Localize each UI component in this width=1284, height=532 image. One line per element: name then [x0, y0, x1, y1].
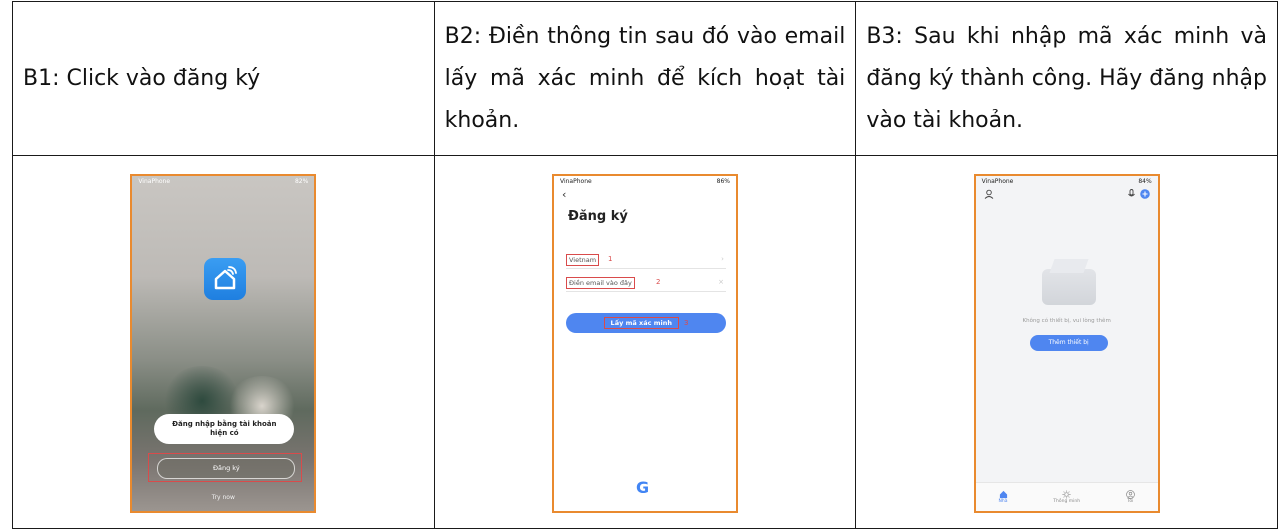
step2-screenshot-cell: VinaPhone 86% ‹ Đăng ký Vietnam 1 › Điền…: [433, 155, 857, 529]
login-existing-account-button[interactable]: Đăng nhập bằng tài khoản hiện có: [154, 413, 295, 444]
status-bar: VinaPhone 86%: [554, 176, 736, 188]
tab-smart-label: Thông minh: [1053, 498, 1081, 504]
status-bar: VinaPhone 82%: [132, 176, 314, 188]
step2-header: B2: Điền thông tin sau đó vào email lấy …: [444, 23, 846, 133]
home-icon: [999, 490, 1007, 498]
email-placeholder: Điền email vào đây: [565, 276, 635, 289]
step3-header-cell: B3: Sau khi nhập mã xác minh và đăng ký …: [855, 1, 1278, 156]
step1-phone-screenshot: VinaPhone 82% Đăng nhập bằng tài khoản h…: [130, 173, 317, 513]
step1-header-cell: B1: Click vào đăng ký: [12, 1, 435, 156]
step-marker-1: 1: [607, 254, 613, 263]
carrier-label: VinaPhone: [138, 178, 171, 185]
add-circle-icon[interactable]: [1139, 188, 1150, 199]
status-bar: VinaPhone 84%: [976, 176, 1158, 188]
tab-home-label: Nhà: [998, 498, 1008, 504]
carrier-label: VinaPhone: [559, 178, 592, 185]
instruction-table: B1: Click vào đăng ký B2: Điền thông tin…: [12, 1, 1278, 529]
step2-header-cell: B2: Điền thông tin sau đó vào email lấy …: [433, 1, 857, 156]
add-device-button[interactable]: Thêm thiết bị: [1029, 334, 1108, 351]
step2-phone-screenshot: VinaPhone 86% ‹ Đăng ký Vietnam 1 › Điền…: [551, 173, 738, 513]
battery-label: 84%: [1138, 178, 1152, 185]
tab-smart[interactable]: Thông minh: [1053, 489, 1081, 504]
email-field[interactable]: Điền email vào đây 2 ×: [565, 275, 726, 292]
get-code-label: Lấy mã xác minh: [603, 316, 679, 329]
tab-home[interactable]: Nhà: [999, 490, 1008, 504]
microphone-icon[interactable]: [1127, 188, 1136, 199]
battery-label: 82%: [294, 178, 309, 185]
sun-icon: [1062, 489, 1071, 499]
carrier-label: VinaPhone: [981, 178, 1014, 185]
country-value: Vietnam: [565, 253, 600, 266]
empty-box-illustration: [1041, 268, 1096, 305]
chevron-right-icon: ›: [721, 254, 724, 263]
user-icon[interactable]: [984, 189, 994, 199]
step3-header: B3: Sau khi nhập mã xác minh và đăng ký …: [866, 23, 1267, 133]
tab-me[interactable]: Tôi: [1125, 489, 1135, 504]
step-marker-3: 3: [683, 318, 689, 327]
google-logo-icon[interactable]: G: [636, 478, 649, 497]
app-logo-icon: [204, 257, 247, 300]
battery-label: 86%: [716, 178, 730, 185]
step1-screenshot-cell: VinaPhone 82% Đăng nhập bằng tài khoản h…: [12, 155, 435, 529]
register-title: Đăng ký: [567, 208, 628, 224]
bottom-tab-bar: Nhà Thông minh Tôi: [975, 481, 1158, 511]
step3-phone-screenshot: VinaPhone 84% Không có thiết bị, vui lòn…: [973, 173, 1160, 513]
step-marker-2: 2: [655, 277, 661, 286]
try-now-link[interactable]: Try now: [132, 494, 314, 501]
clear-icon[interactable]: ×: [718, 278, 724, 286]
step1-header: B1: Click vào đăng ký: [23, 65, 261, 91]
back-chevron-icon[interactable]: ‹: [562, 188, 566, 201]
country-field[interactable]: Vietnam 1 ›: [565, 252, 726, 269]
profile-icon: [1125, 489, 1135, 499]
step3-screenshot-cell: VinaPhone 84% Không có thiết bị, vui lòn…: [855, 155, 1278, 529]
get-verification-code-button[interactable]: Lấy mã xác minh 3: [565, 312, 726, 333]
register-button[interactable]: Đăng ký: [157, 457, 296, 479]
register-highlight-box: Đăng ký: [148, 452, 303, 482]
tab-me-label: Tôi: [1127, 498, 1134, 504]
top-toolbar: [984, 188, 1150, 201]
empty-device-message: Không có thiết bị, vui lòng thêm: [1022, 317, 1111, 324]
